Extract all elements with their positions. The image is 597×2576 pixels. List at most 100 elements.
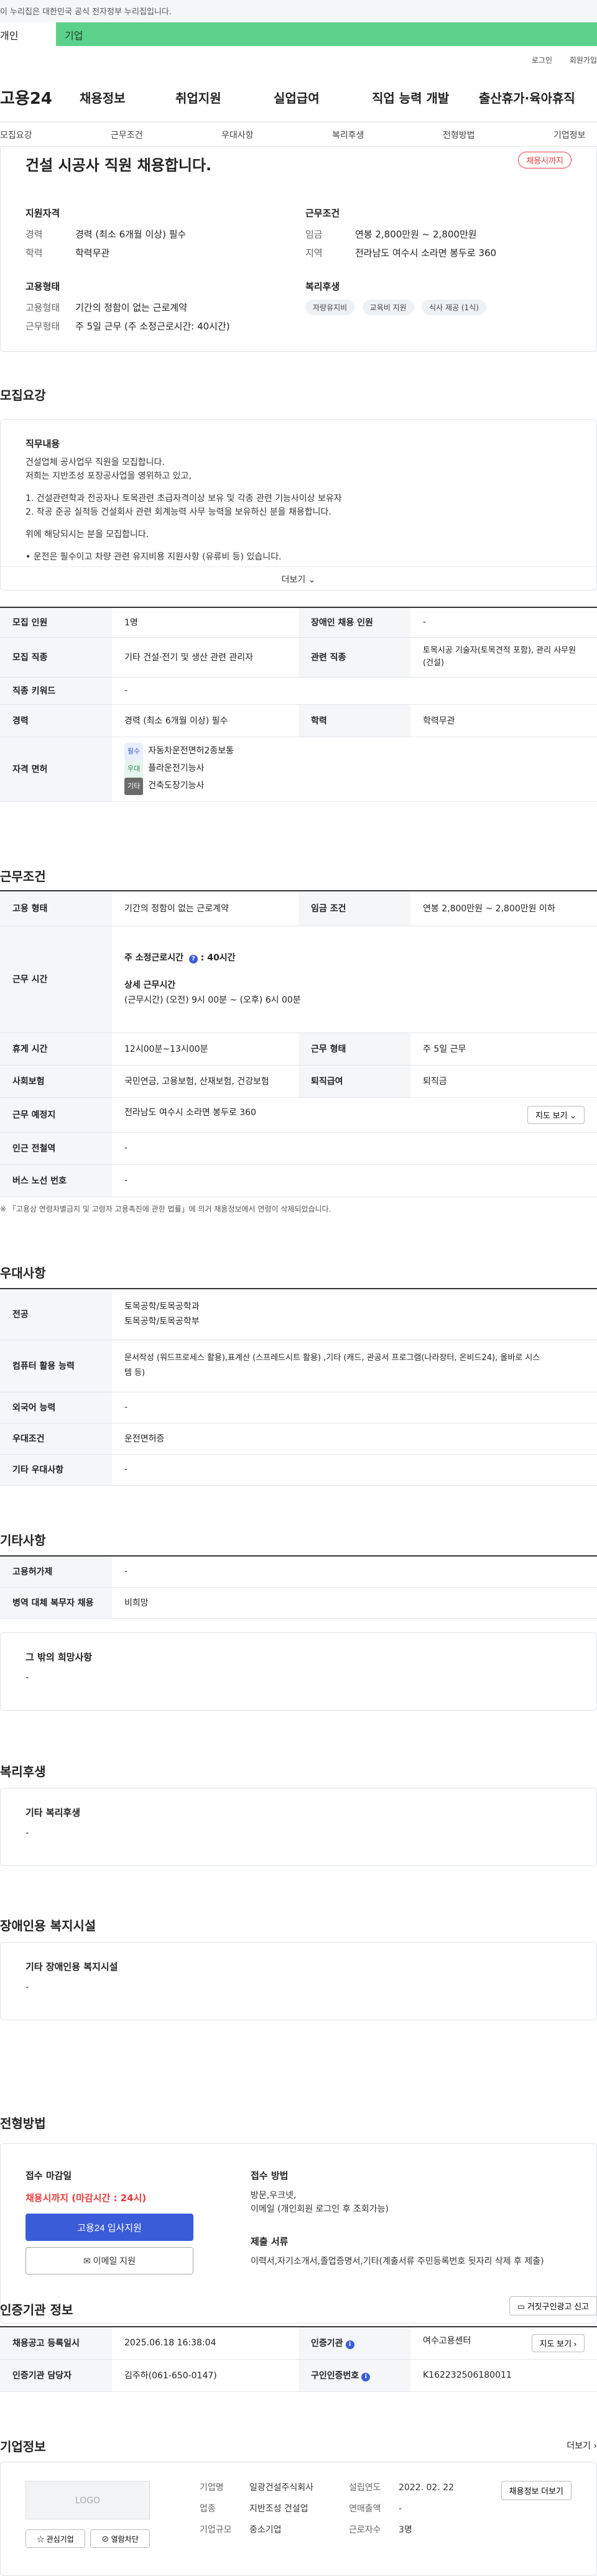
table-row: 자격 면허 필수 자동차운전면허2종보통 우대 플라운전기능사 기타 건축도장기능사 [0,737,597,802]
block-company-button[interactable]: ⊘ 열람차단 [90,2529,150,2548]
table-row: 인근 전철역 - [0,1132,597,1165]
recruit-title: 모집요강 [0,388,46,403]
hope-box: 그 밖의 희망사항 - [0,1632,597,1711]
table-row: 기타 우대사항 - [0,1454,597,1486]
agency-title: 인증기관 정보 [0,2302,73,2317]
docs-text: 이력서,자기소개서,졸업증명서,기타(계출서류 주민등록번호 뒷자리 삭제 후 … [251,2256,544,2266]
signup-link[interactable]: 회원가입 [570,56,597,65]
star-icon: ☆ [37,2534,45,2544]
welfare-box: 기타 복리후생 - [0,1788,597,1866]
emp-heading: 고용형태 [25,281,60,292]
recruit-table: 모집 인원 1명 장애인 채용 인원 - 모집 직종 기타 건설·전기 및 생산… [0,607,597,802]
work-title: 근무조건 [0,869,46,884]
summary-hours: 근무형태 주 5일 근무 (주 소정근로시간: 40시간) [25,321,230,332]
table-row: 고용 형태 기간의 정함이 없는 근로계약 임금 조건 연봉 2,800만원 ~… [0,891,597,926]
mail-icon: ✉ [83,2256,91,2266]
method-text: 방문,우크넷, 이메일 (개인회원 로그인 후 조회가능) [251,2191,389,2214]
summary-edu: 학력 학력무관 [25,247,110,259]
doc-icon: ▭ [517,2302,525,2311]
login-link[interactable]: 로그인 [532,56,552,65]
gnb-item-unemployment[interactable]: 실업급여 [274,88,320,106]
job-desc-text: 건설업체 공사업무 직원을 모집합니다. 저희는 지반조성 포장공사업을 영위하… [25,458,342,562]
tab-work[interactable]: 근무조건 [111,129,143,141]
table-row: 경력 경력 (최소 6개월 이상) 필수 학력 학력무관 [0,704,597,737]
welfare-chip: 식사 제공 (1식) [422,300,486,315]
agency-table: 채용공고 등록일시 2025.06.18 16:38:04 인증기관 i 여수고용… [0,2326,597,2392]
other-title: 기타사항 [0,1533,46,1548]
welfare-heading: 복리후생 [305,281,340,292]
report-button[interactable]: ▭ 거짓구인광고 신고 [509,2296,597,2316]
gnb-item-jobs[interactable]: 채용정보 [80,88,126,106]
tab-enterprise[interactable]: 기업 [56,22,597,46]
company-title: 기업정보 [0,2439,46,2454]
process-box: 접수 마감일 채용시까지 (마감시간 : 24시) 고용24 입사지원 ✉ 이메… [0,2143,597,2324]
table-row: 전공 토목공학/토목공학과 토목공학/토목공학부 [0,1289,597,1340]
cond-heading: 근무조건 [305,208,340,219]
disab-box: 기타 장애인용 복지시설 - [0,1942,597,2020]
tab-welfare[interactable]: 복리후생 [332,129,364,141]
table-row: 외국어 능력 - [0,1392,597,1424]
table-row: 직종 키워드 - [0,677,597,705]
summary-wage: 임금 연봉 2,800만원 ~ 2,800만원 [305,229,477,240]
job-desc-box: 직무내용 건설업체 공사업무 직원을 모집합니다. 저희는 지반조성 포장공사업… [0,419,597,591]
tab-recruit[interactable]: 모집요강 [0,129,32,141]
tab-pref[interactable]: 우대사항 [221,129,254,141]
apply-button[interactable]: 고용24 입사지원 [25,2214,193,2241]
welfare-chips: 자량유지비 교육비 지원 식사 제공 (1식) [305,300,491,315]
process-title: 전형방법 [0,2116,46,2131]
table-row: 사회보험 국민연금, 고용보험, 산재보험, 건강보험 퇴직급여 퇴직금 [0,1065,597,1098]
page-root: 이 누리집은 대한민국 공식 전자정부 누리집입니다. 개인 기업 로그인 회원… [0,0,597,2576]
map-button[interactable]: 지도 보기 ⌄ [527,1105,585,1124]
table-row: 휴게 시간 12시00분~13시00분 근무 형태 주 5일 근무 [0,1033,597,1065]
table-row: 근무 시간 주 소정근로시간 ? : 40시간 상세 근무시간 (근무시간) (… [0,926,597,1033]
table-row: 버스 노선 번호 - [0,1164,597,1197]
table-row: 병역 대체 복무자 채용 비희망 [0,1587,597,1619]
company-logo: LOGO [25,2481,150,2519]
welfare-title: 복리후생 [0,1764,46,1779]
welfare-chip: 교육비 지원 [362,300,414,315]
summary-career: 경력 경력 (최소 6개월 이상) 필수 [25,229,187,240]
info-icon[interactable]: ? [188,955,198,964]
pref-table: 전공 토목공학/토목공학과 토목공학/토목공학부 컴퓨터 활용 능력 문서작성 (… [0,1288,597,1486]
gnb-item-training[interactable]: 직업 능력 개발 [372,88,449,106]
block-icon: ⊘ [101,2534,109,2544]
table-row: 컴퓨터 활용 능력 문서작성 (워드프로세스 활용),표계산 (스프레드시트 활… [0,1340,597,1392]
company-jobs-button[interactable]: 채용정보 더보기 [501,2481,572,2500]
fav-company-button[interactable]: ☆ 관심기업 [25,2529,85,2548]
section-tabs: 모집요강 근무조건 우대사항 복리후생 전형방법 기업정보 [0,122,597,147]
company-box: LOGO ☆ 관심기업 ⊘ 열람차단 기업명 일광건설주식회사 업종 지반조성 건설… [0,2462,597,2576]
email-apply-button[interactable]: ✉ 이메일 지원 [25,2247,193,2275]
table-row: 고용허가제 - [0,1556,597,1588]
tab-process[interactable]: 전형방법 [443,129,475,141]
gnb-item-support[interactable]: 취업지원 [175,88,221,106]
table-row: 인증기관 담당자 김주하(061-650-0147) 구인인증번호 i K1622… [0,2359,597,2392]
company-more-link[interactable]: 더보기 › [567,2439,597,2452]
deadline-text: 채용시까지 (마감시간 : 24시) [25,2192,147,2204]
table-row: 우대조건 운전면허증 [0,1423,597,1455]
tab-company[interactable]: 기업정보 [553,129,586,141]
job-desc-heading: 직무내용 [25,438,60,449]
qual-heading: 지원자격 [25,208,60,219]
job-title: 건설 시공사 직원 채용합니다. [25,157,212,174]
table-row: 모집 인원 1명 장애인 채용 인원 - [0,607,597,638]
license-list: 필수 자동차운전면허2종보통 우대 플라운전기능사 기타 건축도장기능사 [112,737,597,802]
agency-map-button[interactable]: 지도 보기 › [531,2334,585,2352]
work-hours: 주 소정근로시간 ? : 40시간 상세 근무시간 (근무시간) (오전) 9시… [112,926,597,1033]
age-note: ※ 「고용상 연령차별금지 및 고령자 고용촉진에 관한 법률」에 의거 채용정… [0,1205,331,1213]
info-icon[interactable]: i [361,2373,371,2381]
summary-card: 건설 시공사 직원 채용합니다. 채용시까지 지원자격 경력 경력 (최소 6개월… [0,147,597,352]
gov-notice: 이 누리집은 대한민국 공식 전자정부 누리집입니다. [0,7,172,17]
more-button[interactable]: 더보기 ⌄ [1,566,596,586]
utility-nav: 로그인 회원가입 [517,55,597,65]
global-nav: 고용24 채용정보 취업지원 실업급여 직업 능력 개발 출산휴가·육아휴직 [0,81,597,112]
work-table: 고용 형태 기간의 정함이 없는 근로계약 임금 조건 연봉 2,800만원 ~… [0,890,597,1197]
site-logo[interactable]: 고용24 [0,86,52,109]
table-row: 근무 예정지 전라남도 여수시 소라면 봉두로 360 지도 보기 ⌄ [0,1097,597,1133]
gnb-item-leave[interactable]: 출산휴가·육아휴직 [479,88,575,106]
deadline-badge: 채용시까지 [518,152,572,168]
tab-individual[interactable]: 개인 [0,22,56,46]
table-row: 모집 직종 기타 건설·전기 및 생산 관련 관리자 관련 직종 토목시공 기술… [0,637,597,678]
table-row: 채용공고 등록일시 2025.06.18 16:38:04 인증기관 i 여수고용… [0,2327,597,2360]
info-icon[interactable]: i [345,2340,354,2350]
welfare-chip: 자량유지비 [305,300,355,315]
